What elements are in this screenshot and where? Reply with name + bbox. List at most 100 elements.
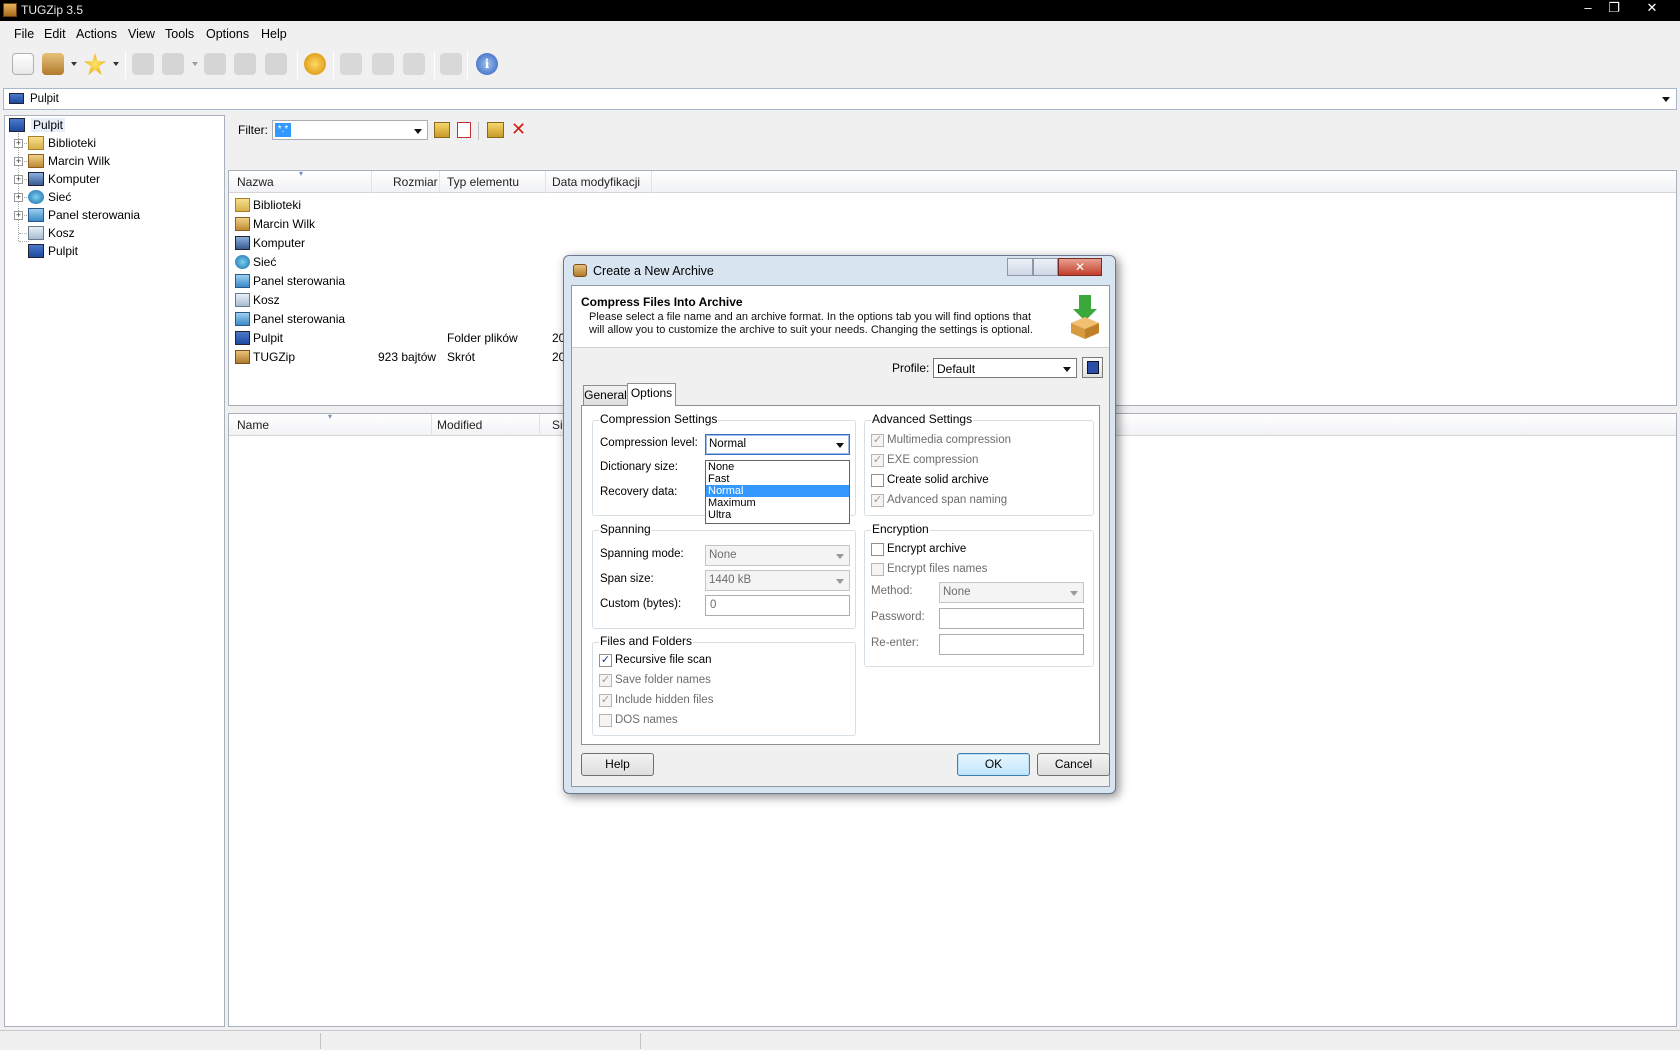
add-dropdown-icon[interactable] <box>192 62 198 66</box>
chevron-down-icon[interactable] <box>836 579 844 584</box>
dialog-maximize-button[interactable] <box>1033 258 1058 276</box>
menu-file[interactable]: File <box>14 27 34 41</box>
user-folder-icon <box>28 154 44 168</box>
new-folder-icon[interactable] <box>487 122 504 138</box>
multimedia-checkbox[interactable]: ✓ <box>871 434 884 447</box>
wizard-icon[interactable] <box>304 53 326 75</box>
options-panel: Compression Settings Compression level: … <box>581 405 1100 745</box>
cancel-button[interactable]: Cancel <box>1037 753 1110 776</box>
menu-options[interactable]: Options <box>206 27 249 41</box>
encryption-group-title: Encryption <box>871 522 930 536</box>
minimize-button[interactable]: ‒ <box>1574 0 1602 18</box>
exe-checkbox[interactable]: ✓ <box>871 454 884 467</box>
compression-level-select[interactable]: Normal <box>705 434 850 455</box>
dos-names-checkbox[interactable] <box>599 714 612 727</box>
open-dropdown-icon[interactable] <box>71 62 77 66</box>
ok-button[interactable]: OK <box>957 753 1030 776</box>
folder-up-icon[interactable] <box>434 122 450 138</box>
dialog-close-button[interactable]: ✕ <box>1058 258 1102 276</box>
add-files-icon[interactable] <box>162 53 184 75</box>
column-modified[interactable]: Modified <box>437 418 482 432</box>
option-normal[interactable]: Normal <box>706 485 849 497</box>
menu-actions[interactable]: Actions <box>76 27 117 41</box>
repair-icon[interactable] <box>372 53 394 75</box>
column-name[interactable]: Name <box>237 418 269 432</box>
hidden-files-label: Include hidden files <box>615 694 714 706</box>
reenter-input[interactable] <box>939 634 1084 655</box>
password-input[interactable] <box>939 608 1084 629</box>
save-folders-checkbox[interactable]: ✓ <box>599 674 612 687</box>
dialog-minimize-button[interactable] <box>1007 258 1033 276</box>
expand-icon[interactable]: + <box>14 157 23 166</box>
profile-value: Default <box>937 362 976 376</box>
convert-icon[interactable] <box>403 53 425 75</box>
chevron-down-icon[interactable] <box>1063 367 1071 372</box>
find-icon[interactable] <box>265 53 287 75</box>
delete-icon[interactable] <box>204 53 226 75</box>
column-typ[interactable]: Typ elementu <box>447 175 519 189</box>
custom-bytes-input[interactable]: 0 <box>705 595 850 616</box>
toolbar: i <box>0 47 1680 83</box>
profile-select[interactable]: Default <box>933 358 1077 378</box>
menu-edit[interactable]: Edit <box>44 27 66 41</box>
favorites-dropdown-icon[interactable] <box>113 62 119 66</box>
network-icon <box>235 255 250 269</box>
exe-label: EXE compression <box>887 454 979 466</box>
address-bar[interactable]: Pulpit <box>3 88 1677 110</box>
menu-tools[interactable]: Tools <box>165 27 194 41</box>
extract-icon[interactable] <box>132 53 154 75</box>
favorites-icon[interactable] <box>84 53 106 75</box>
save-profile-button[interactable] <box>1082 357 1103 378</box>
checkmark-icon[interactable] <box>440 53 462 75</box>
open-archive-icon[interactable] <box>42 53 64 75</box>
spanning-mode-select[interactable]: None <box>705 545 850 566</box>
span-size-select[interactable]: 1440 kB <box>705 570 850 591</box>
about-icon[interactable]: i <box>476 53 498 75</box>
recursive-checkbox[interactable]: ✓ <box>599 654 612 667</box>
compression-level-value: Normal <box>709 438 747 450</box>
method-value: None <box>943 586 971 598</box>
chevron-down-icon[interactable] <box>1662 97 1670 102</box>
menu-help[interactable]: Help <box>261 27 287 41</box>
chevron-down-icon[interactable] <box>1070 591 1078 596</box>
expand-icon[interactable]: + <box>14 211 23 220</box>
column-size[interactable]: Si <box>552 418 563 432</box>
chevron-down-icon[interactable] <box>414 129 422 134</box>
help-button[interactable]: Help <box>581 753 654 776</box>
test-icon[interactable] <box>340 53 362 75</box>
desktop-icon <box>9 93 24 104</box>
new-archive-icon[interactable] <box>12 53 34 75</box>
delete-filter-icon[interactable]: ✕ <box>511 119 526 139</box>
method-select[interactable]: None <box>939 582 1084 603</box>
solid-archive-checkbox[interactable] <box>871 474 884 487</box>
chevron-down-icon[interactable] <box>836 554 844 559</box>
calendar-icon[interactable] <box>457 122 471 138</box>
table-row[interactable]: Biblioteki <box>229 196 1676 215</box>
view-icon[interactable] <box>234 53 256 75</box>
option-maximum[interactable]: Maximum <box>706 497 849 509</box>
tab-options[interactable]: Options <box>627 383 676 406</box>
close-button[interactable]: ✕ <box>1638 0 1666 18</box>
table-row[interactable]: Komputer <box>229 234 1676 253</box>
libraries-icon <box>28 136 44 150</box>
tab-general[interactable]: General <box>583 385 628 406</box>
status-bar <box>0 1030 1680 1050</box>
expand-icon[interactable]: + <box>14 193 23 202</box>
expand-icon[interactable]: + <box>14 139 23 148</box>
span-naming-checkbox[interactable]: ✓ <box>871 494 884 507</box>
hidden-files-checkbox[interactable]: ✓ <box>599 694 612 707</box>
encrypt-archive-checkbox[interactable] <box>871 543 884 556</box>
column-nazwa[interactable]: Nazwa <box>237 175 274 189</box>
option-none[interactable]: None <box>706 461 849 473</box>
column-data[interactable]: Data modyfikacji <box>552 175 640 189</box>
menu-view[interactable]: View <box>128 27 155 41</box>
option-fast[interactable]: Fast <box>706 473 849 485</box>
filter-combo[interactable]: *.* <box>272 120 428 140</box>
table-row[interactable]: Marcin Wilk <box>229 215 1676 234</box>
column-rozmiar[interactable]: Rozmiar <box>393 175 438 189</box>
expand-icon[interactable]: + <box>14 175 23 184</box>
option-ultra[interactable]: Ultra <box>706 509 849 521</box>
encrypt-names-checkbox[interactable] <box>871 563 884 576</box>
chevron-down-icon[interactable] <box>836 443 844 448</box>
restore-button[interactable]: ❐ <box>1600 0 1628 18</box>
